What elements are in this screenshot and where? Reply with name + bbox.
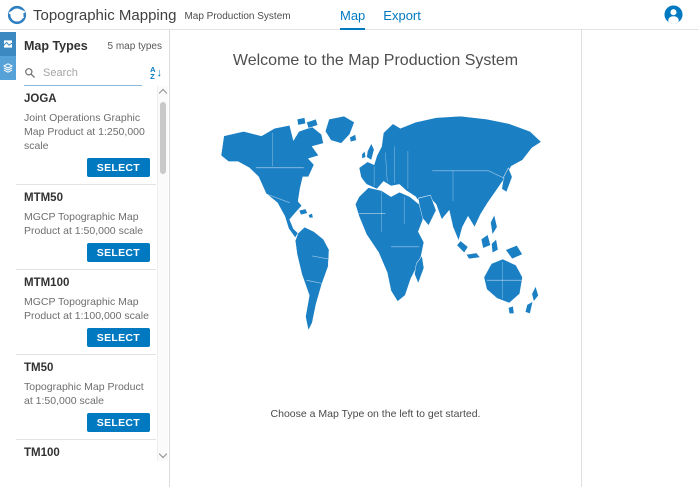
- scroll-down-icon[interactable]: [159, 450, 167, 458]
- map-type-description: MGCP Topographic Map Product at 1:50,000…: [24, 210, 150, 238]
- app-header: Topographic Mapping Map Production Syste…: [0, 0, 699, 30]
- sort-letter-z: Z: [150, 73, 155, 80]
- scroll-up-icon[interactable]: [159, 89, 167, 97]
- map-type-name: TM100: [24, 446, 150, 460]
- tab-export[interactable]: Export: [383, 0, 421, 30]
- map-type-list: JOGA Joint Operations Graphic Map Produc…: [16, 86, 156, 461]
- map-types-panel-icon[interactable]: [0, 32, 16, 56]
- search-row: A Z ↓: [16, 60, 169, 86]
- world-map-graphic: [207, 110, 545, 338]
- continents: [221, 116, 541, 330]
- select-map-type-button[interactable]: SELECT: [87, 243, 150, 262]
- map-type-name: MTM50: [24, 191, 150, 205]
- map-type-description: Joint Operations Graphic Map Product at …: [24, 111, 150, 153]
- panel-title: Map Types: [24, 39, 88, 53]
- layers-panel-icon[interactable]: [0, 56, 16, 80]
- select-map-type-button[interactable]: SELECT: [87, 413, 150, 432]
- map-type-item: TM50 Topographic Map Product at 1:50,000…: [16, 355, 156, 440]
- select-map-type-button[interactable]: SELECT: [87, 328, 150, 347]
- map-types-panel: Map Types 5 map types A Z ↓: [16, 30, 169, 487]
- scrollbar-thumb[interactable]: [160, 102, 166, 174]
- brand: Topographic Mapping Map Production Syste…: [7, 0, 291, 30]
- map-type-item: JOGA Joint Operations Graphic Map Produc…: [16, 86, 156, 185]
- app-title: Topographic Mapping: [33, 7, 176, 24]
- instruction-text: Choose a Map Type on the left to get sta…: [170, 408, 581, 420]
- app-window: Topographic Mapping Map Production Syste…: [0, 0, 699, 487]
- map-type-item: TM100: [16, 440, 156, 461]
- map-type-description: Topographic Map Product at 1:50,000 scal…: [24, 380, 150, 408]
- globe-logo-icon: [7, 5, 27, 25]
- main-panel: Welcome to the Map Production System: [170, 30, 582, 487]
- app-subtitle: Map Production System: [184, 9, 290, 22]
- search-box: [24, 60, 142, 86]
- welcome-heading: Welcome to the Map Production System: [170, 52, 581, 70]
- map-type-count: 5 map types: [108, 41, 162, 52]
- list-scrollbar[interactable]: [157, 86, 168, 461]
- map-type-name: MTM100: [24, 276, 150, 290]
- panel-header: Map Types 5 map types: [16, 30, 169, 60]
- header-tabs: Map Export: [340, 0, 421, 30]
- select-map-type-button[interactable]: SELECT: [87, 158, 150, 177]
- sort-arrow: ↓: [157, 68, 163, 79]
- search-icon: [24, 67, 36, 79]
- map-type-description: MGCP Topographic Map Product at 1:100,00…: [24, 295, 150, 323]
- map-type-name: TM50: [24, 361, 150, 375]
- tab-map[interactable]: Map: [340, 0, 365, 30]
- map-type-name: JOGA: [24, 92, 150, 106]
- widget-rail: [0, 32, 16, 80]
- map-type-item: MTM100 MGCP Topographic Map Product at 1…: [16, 270, 156, 355]
- sort-az-icon[interactable]: A Z ↓: [150, 66, 162, 80]
- sidebar: Map Types 5 map types A Z ↓: [0, 30, 170, 487]
- search-input[interactable]: [41, 66, 142, 80]
- map-type-item: MTM50 MGCP Topographic Map Product at 1:…: [16, 185, 156, 270]
- user-avatar-icon[interactable]: [664, 5, 683, 24]
